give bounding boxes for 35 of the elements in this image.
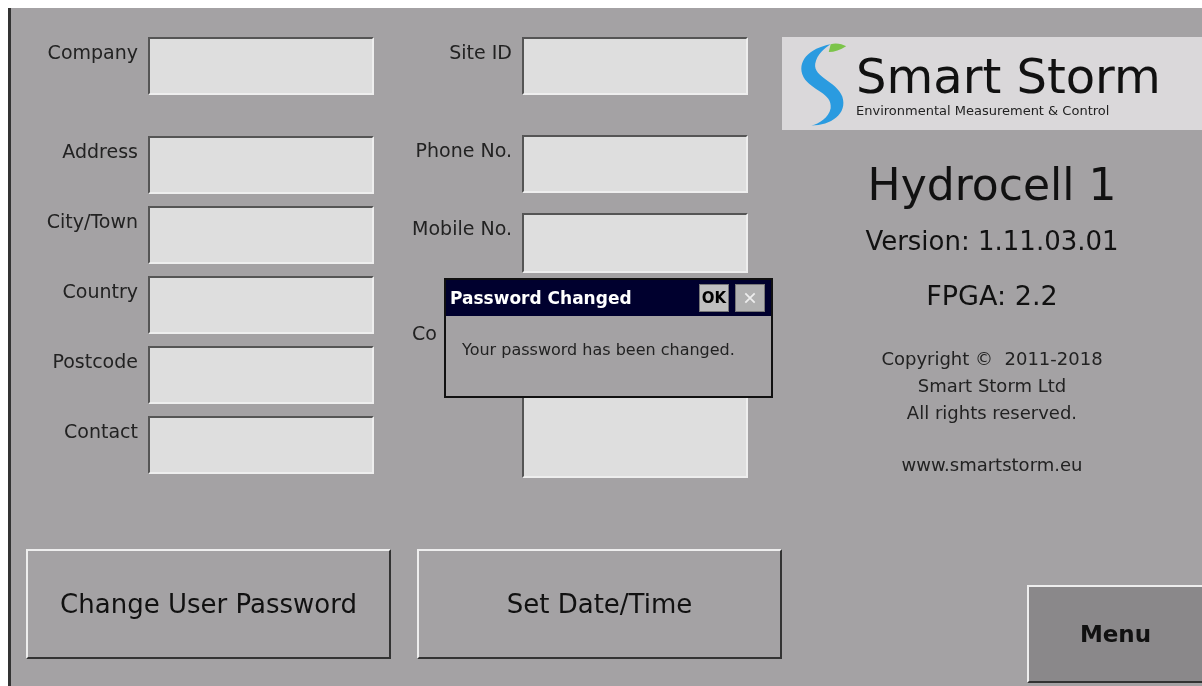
field-label: Country — [61, 279, 138, 302]
input-field[interactable] — [148, 416, 374, 474]
field-label: Phone No. — [414, 138, 512, 161]
field-label: Mobile No. — [411, 216, 512, 239]
brand-name: Smart Storm — [856, 49, 1161, 103]
dialog-title: Password Changed — [450, 288, 633, 308]
action-button[interactable]: Change User Password — [26, 549, 391, 659]
copyright-text: Smart Storm Ltd — [917, 374, 1067, 398]
action-button[interactable]: Set Date/Time — [417, 549, 782, 659]
brand-tagline: Environmental Measurement & Control — [856, 103, 1111, 118]
product-title: Hydrocell 1 — [867, 158, 1117, 212]
field-label: Postcode — [51, 349, 138, 372]
input-field[interactable] — [522, 135, 748, 193]
input-field[interactable] — [148, 276, 374, 334]
field-label: Company — [46, 40, 138, 63]
input-field[interactable] — [522, 37, 748, 95]
input-field[interactable] — [148, 37, 374, 95]
input-field[interactable] — [148, 346, 374, 404]
fpga-text: FPGA: 2.2 — [926, 280, 1058, 311]
menu-button[interactable]: Menu — [1027, 585, 1202, 683]
input-field[interactable] — [148, 136, 374, 194]
field-label: City/Town — [45, 209, 138, 232]
ok-button[interactable]: OK — [699, 284, 729, 312]
dialog-message: Your password has been changed. — [461, 339, 736, 359]
field-label: Co — [412, 322, 437, 344]
copyright-text: All rights reserved. — [906, 401, 1078, 425]
copyright-text: Copyright © 2011-2018 — [881, 347, 1103, 371]
close-icon — [743, 291, 757, 305]
version-text: Version: 1.11.03.01 — [865, 226, 1119, 256]
website-text: www.smartstorm.eu — [901, 454, 1083, 475]
input-field[interactable] — [148, 206, 374, 264]
field-label: Contact — [63, 419, 138, 442]
field-label: Site ID — [448, 40, 512, 63]
input-field[interactable] — [522, 213, 748, 273]
field-label: Address — [61, 139, 138, 162]
